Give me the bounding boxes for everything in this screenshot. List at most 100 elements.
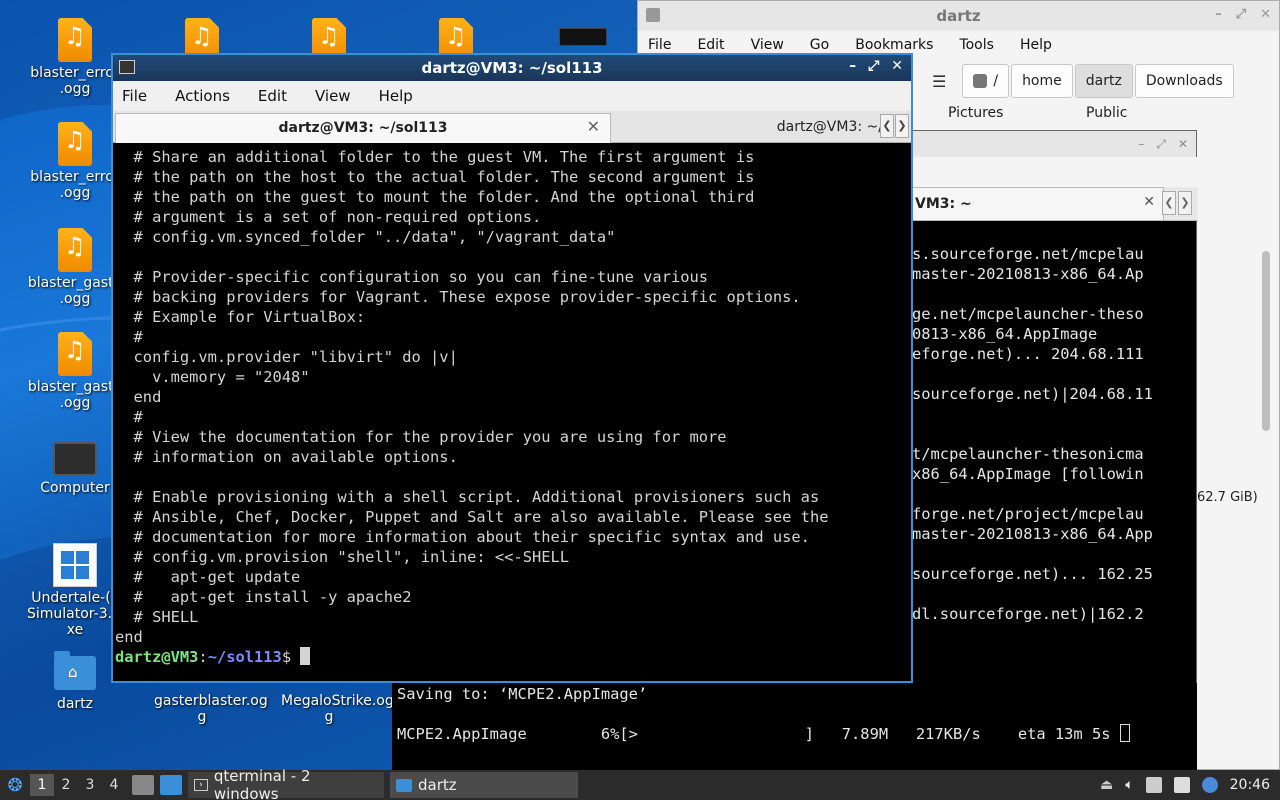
system-tray: ⏏ 🔈︎ 20:46 [1100, 777, 1280, 793]
terminal-titlebar[interactable]: dartz@VM3: ~/sol113 – ⤢ ✕ [113, 55, 911, 81]
terminal-line: # the path on the guest to mount the fol… [115, 188, 755, 206]
maximize-icon[interactable]: ⤢ [1156, 137, 1166, 152]
desktop-icon-megalostrike-label[interactable]: MegaloStrike.og g [281, 693, 394, 725]
show-desktop-icon[interactable] [160, 775, 182, 795]
desktop-icon-label: blaster_gaste .ogg [27, 275, 123, 307]
music-file-icon: ♫ [58, 122, 92, 166]
menu-file[interactable]: File [122, 87, 147, 105]
close-icon[interactable]: ✕ [891, 58, 903, 74]
desktop-icon-computer[interactable]: Computer [27, 436, 123, 496]
computer-icon [53, 442, 97, 476]
network-icon[interactable] [1173, 777, 1190, 793]
terminal-back-line: s.sourceforge.net/mcpelau [912, 245, 1144, 263]
menu-go[interactable]: Go [810, 37, 829, 53]
terminal-back-tabs: VM3: ~ ✕ ❮ ❯ [906, 187, 1198, 221]
menu-bookmarks[interactable]: Bookmarks [855, 37, 933, 53]
prompt-separator: : [198, 648, 208, 666]
prompt-path: ~/sol113 [207, 648, 282, 666]
terminal-back-line: master-20210813-x86_64.Ap [912, 265, 1144, 283]
tab-terminal-2[interactable]: dartz@VM3: ~/ [613, 113, 883, 143]
task-qterminal[interactable]: › qterminal - 2 windows [188, 767, 384, 800]
close-icon[interactable]: ✕ [1178, 137, 1188, 151]
terminal-tabbar: dartz@VM3: ~/sol113 ✕ dartz@VM3: ~/ ❮ ❯ [113, 111, 911, 143]
start-menu-icon[interactable]: ❂ [0, 770, 30, 800]
minimize-icon[interactable]: – [849, 58, 856, 74]
workspace-1[interactable]: 1 [30, 774, 54, 796]
maximize-icon[interactable]: ⤢ [868, 58, 879, 74]
close-tab-icon[interactable]: ✕ [587, 117, 600, 136]
menu-help[interactable]: Help [1020, 37, 1052, 53]
menu-help[interactable]: Help [379, 87, 413, 105]
terminal-cursor [300, 647, 311, 665]
terminal-line: # Provider-specific configuration so you… [115, 268, 709, 286]
terminal-line: # config.vm.provision "shell", inline: <… [115, 548, 570, 566]
desktop-icon-blaster-error-2[interactable]: ♫ blaster_error .ogg [27, 122, 123, 201]
tab-terminal-1[interactable]: dartz@VM3: ~/sol113 ✕ [115, 113, 611, 143]
tab-terminal-back[interactable]: VM3: ~ ✕ [906, 187, 1164, 221]
menu-file[interactable]: File [648, 37, 671, 53]
terminal-back-titlebar[interactable]: – ⤢ ✕ [906, 131, 1196, 157]
file-manager-titlebar[interactable]: dartz – ⤢ ✕ [638, 1, 1279, 31]
desktop-icon-undertale-exe[interactable]: Undertale-(F Simulator-3.0. xe [27, 543, 125, 638]
minimize-icon[interactable]: – [1215, 7, 1222, 22]
desktop-icon-label: blaster_error .ogg [30, 65, 120, 97]
folder-icon [646, 8, 660, 22]
terminal-menubar: File Actions Edit View Help [113, 81, 911, 111]
breadcrumb-root[interactable]: / [962, 64, 1010, 98]
terminal-back-line: master-20210813-x86_64.App [912, 525, 1153, 543]
terminal-back-line: ge.net/mcpelauncher-theso [912, 305, 1144, 323]
terminal-line: # [115, 328, 143, 346]
desktop-icon-label: Computer [40, 480, 110, 496]
list-item[interactable]: Public [1086, 105, 1127, 121]
minimize-icon[interactable]: – [1138, 137, 1144, 151]
notification-icon[interactable] [1201, 777, 1218, 793]
close-tab-icon[interactable]: ✕ [1143, 194, 1155, 210]
terminal-app-icon [119, 60, 135, 74]
file-list-scrollbar[interactable] [1262, 251, 1270, 431]
desktop-icon-blaster-gaster-2[interactable]: ♫ blaster_gaste .ogg [27, 332, 123, 411]
terminal-back-line: dl.sourceforge.net)|162.2 [912, 605, 1144, 623]
terminal-line: # SHELL [115, 608, 199, 626]
clock[interactable]: 20:46 [1230, 777, 1270, 793]
terminal-prompt[interactable]: dartz@VM3:~/sol113$ [115, 647, 911, 667]
music-file-icon: ♫ [58, 18, 92, 62]
workspace-3[interactable]: 3 [78, 777, 102, 793]
close-icon[interactable]: ✕ [1260, 7, 1271, 22]
desktop-icon-dartz-home[interactable]: ⌂ dartz [27, 648, 123, 712]
menu-tools[interactable]: Tools [959, 37, 994, 53]
list-view-icon[interactable]: ☰ [932, 72, 946, 91]
breadcrumb-home[interactable]: home [1011, 64, 1073, 98]
desktop-icon-blaster-gaster-1[interactable]: ♫ blaster_gaste .ogg [27, 228, 123, 307]
file-manager-launcher-icon[interactable] [132, 775, 154, 795]
tab-scroll-right-icon[interactable]: ❯ [895, 114, 909, 138]
workspace-2[interactable]: 2 [54, 777, 78, 793]
maximize-icon[interactable]: ⤢ [1236, 7, 1246, 22]
tab-scroll-left-icon[interactable]: ❮ [1162, 191, 1176, 215]
breadcrumb-downloads[interactable]: Downloads [1134, 64, 1234, 98]
home-folder-icon: ⌂ [54, 651, 96, 690]
music-file-icon: ♫ [58, 332, 92, 376]
tray-eject-icon[interactable]: ⏏ [1100, 777, 1113, 793]
tab-scroll-left-icon[interactable]: ❮ [880, 114, 894, 138]
breadcrumb-dartz[interactable]: dartz [1074, 64, 1133, 98]
menu-edit[interactable]: Edit [697, 37, 724, 53]
volume-icon[interactable]: 🔈︎ [1125, 777, 1133, 793]
desktop-icon-blaster-error-1[interactable]: ♫ blaster_error .ogg [27, 18, 123, 97]
desktop-icon-gasterblaster-label[interactable]: gasterblaster.og g [154, 693, 268, 725]
terminal-window[interactable]: dartz@VM3: ~/sol113 – ⤢ ✕ File Actions Edi… [111, 53, 913, 683]
workspace-4[interactable]: 4 [102, 777, 126, 793]
menu-actions[interactable]: Actions [175, 87, 230, 105]
menu-edit[interactable]: Edit [258, 87, 287, 105]
terminal-output[interactable]: # Share an additional folder to the gues… [113, 145, 911, 681]
menu-view[interactable]: View [751, 37, 784, 53]
terminal-line: # Share an additional folder to the gues… [115, 148, 755, 166]
desktop-icon-thumbnail[interactable] [559, 28, 607, 46]
tab-scroll-right-icon[interactable]: ❯ [1178, 191, 1192, 215]
terminal-line: end [115, 628, 143, 646]
task-dartz[interactable]: dartz [390, 772, 578, 798]
terminal-back-line: x86_64.AppImage [followin [912, 465, 1144, 483]
menu-view[interactable]: View [315, 87, 351, 105]
clipboard-icon[interactable] [1145, 777, 1162, 793]
prompt-user: dartz@VM3 [115, 648, 199, 666]
list-item[interactable]: Pictures [948, 105, 1003, 121]
